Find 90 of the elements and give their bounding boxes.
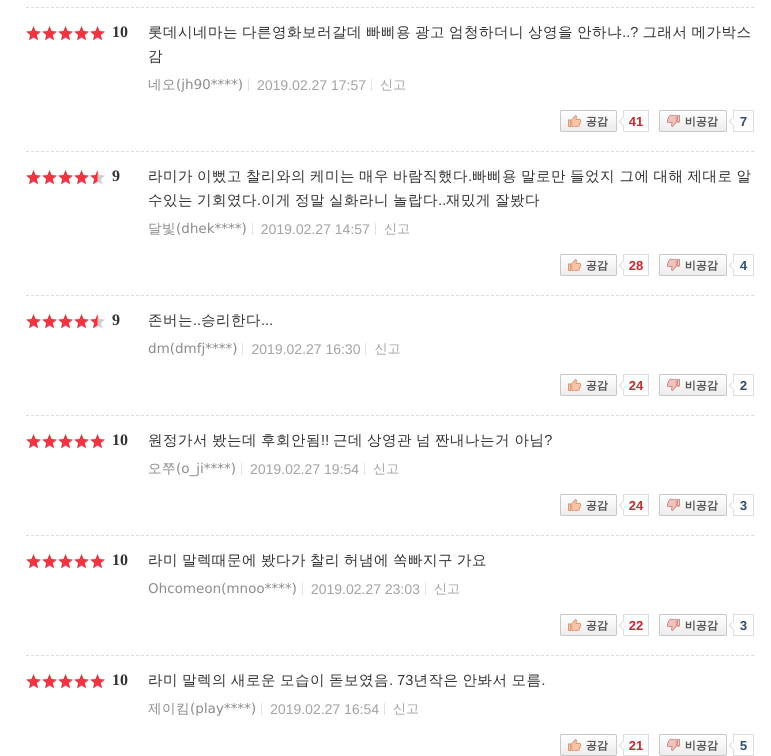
thumbs-up-icon: [568, 115, 581, 127]
star-icon: [90, 434, 105, 448]
star-icon: [90, 674, 105, 688]
author-name: 오쭈(o_ji****): [148, 460, 236, 478]
dislike-count: 3: [728, 494, 754, 516]
thumbs-up-icon: [568, 499, 581, 511]
review-score: 9: [112, 311, 120, 331]
star-icon: [74, 674, 89, 688]
like-button[interactable]: 공감: [560, 254, 617, 276]
like-count: 22: [618, 614, 649, 636]
review-text: 라미 말렉때문에 봤다가 찰리 허냄에 쏙빠지구 가요: [148, 552, 488, 571]
review-text: 원정가서 봤는데 후회안됨!! 근데 상영관 넘 짠내나는거 아님?: [148, 432, 554, 451]
like-button[interactable]: 공감: [560, 374, 617, 396]
star-icon: [74, 554, 89, 568]
star-icon: [74, 314, 89, 328]
review-score: 10: [112, 431, 128, 451]
star-icon: [26, 434, 41, 448]
review-date: 2019.02.27 14:57: [260, 221, 370, 237]
thumbs-up-icon: [568, 619, 581, 631]
dislike-count: 2: [728, 374, 754, 396]
review-date: 2019.02.27 16:54: [270, 701, 380, 717]
dislike-button[interactable]: 비공감: [659, 110, 727, 132]
like-count: 21: [618, 734, 649, 756]
like-count: 28: [618, 254, 649, 276]
star-icon: [58, 314, 73, 328]
star-icon: [58, 434, 73, 448]
dislike-button[interactable]: 비공감: [659, 494, 727, 516]
author-name: dm(dmfj****): [148, 341, 238, 357]
star-icon: [90, 26, 105, 40]
thumbs-up-icon: [568, 259, 581, 271]
thumbs-down-icon: [667, 499, 680, 511]
thumbs-down-icon: [667, 259, 680, 271]
review-date: 2019.02.27 17:57: [257, 77, 366, 93]
review-text: 존버는..승리한다...: [148, 312, 274, 331]
dislike-count: 3: [728, 614, 754, 636]
dislike-count: 5: [728, 734, 754, 756]
star-icon: [26, 26, 41, 40]
review-score: 10: [112, 23, 128, 43]
dislike-button[interactable]: 비공감: [659, 254, 727, 276]
star-icon: [58, 170, 73, 184]
star-icon: [42, 26, 57, 40]
star-icon: [74, 170, 89, 184]
review-score: 10: [112, 671, 128, 691]
like-count: 24: [618, 374, 649, 396]
star-icon: [26, 170, 41, 184]
author-name: 네오(jh90****): [148, 76, 244, 94]
thumbs-down-icon: [667, 115, 680, 127]
star-icon: [74, 26, 89, 40]
star-icon: [42, 674, 57, 688]
author-name: 달빛(dhek****): [148, 220, 247, 238]
thumbs-down-icon: [667, 739, 680, 751]
star-icon: [58, 554, 73, 568]
review-text: 라미가 이뻤고 찰리와의 케미는 매우 바람직했다.빠삐용 말로만 들었지 그에 대해 제대로 알수있는 기회였다.이게 정말 실화라니 놀랍다..재밌게 잘봤다: [148, 168, 752, 211]
star-icon: [26, 674, 41, 688]
star-icon: [42, 170, 57, 184]
like-count: 24: [618, 494, 649, 516]
like-button[interactable]: 공감: [560, 734, 617, 756]
thumbs-up-icon: [568, 379, 581, 391]
star-icon: [42, 314, 57, 328]
review-score: 10: [112, 551, 128, 571]
thumbs-down-icon: [667, 619, 680, 631]
review-text: 롯데시네마는 다른영화보러갈데 빠삐용 광고 엄청하더니 상영을 안하냐..? 그래서 메가박스감: [148, 24, 752, 67]
star-icon: [42, 554, 57, 568]
dislike-button[interactable]: 비공감: [659, 734, 727, 756]
star-icon: [26, 554, 41, 568]
dislike-count: 4: [728, 254, 754, 276]
like-count: 41: [618, 110, 649, 132]
thumbs-down-icon: [667, 379, 680, 391]
review-date: 2019.02.27 19:54: [250, 461, 360, 477]
like-button[interactable]: 공감: [560, 494, 617, 516]
like-button[interactable]: 공감: [560, 110, 617, 132]
star-icon: [58, 26, 73, 40]
star-icon: [58, 674, 73, 688]
author-name: Ohcomeon(mnoo****): [148, 581, 297, 597]
author-name: 제이킴(play****): [148, 700, 256, 718]
star-icon: [26, 314, 41, 328]
like-button[interactable]: 공감: [560, 614, 617, 636]
thumbs-up-icon: [568, 739, 581, 751]
dislike-button[interactable]: 비공감: [659, 614, 727, 636]
review-text: 라미 말렉의 새로운 모습이 돋보였음. 73년작은 안봐서 모름.: [148, 672, 546, 691]
half-star-icon: [90, 314, 105, 328]
review-date: 2019.02.27 23:03: [310, 581, 420, 597]
star-icon: [74, 434, 89, 448]
star-icon: [42, 434, 57, 448]
review-score: 9: [112, 167, 120, 187]
star-icon: [90, 554, 105, 568]
review-date: 2019.02.27 16:30: [251, 341, 360, 357]
half-star-icon: [90, 170, 105, 184]
dislike-count: 7: [728, 110, 754, 132]
dislike-button[interactable]: 비공감: [659, 374, 727, 396]
